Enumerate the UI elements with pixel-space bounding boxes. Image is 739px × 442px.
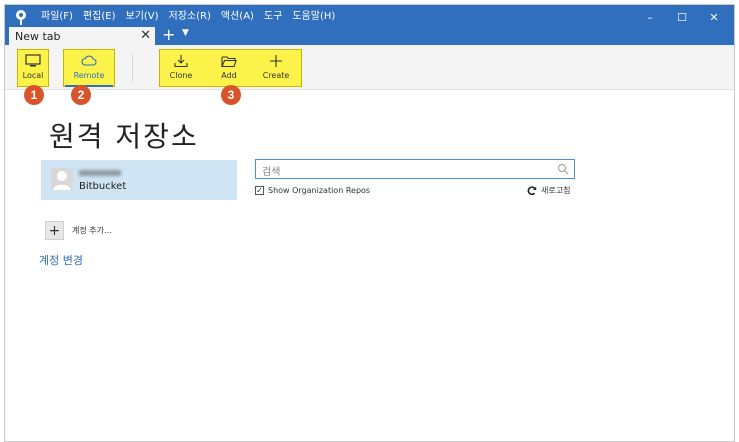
monitor-icon — [22, 53, 44, 69]
create-label: Create — [262, 71, 290, 80]
page-title: 원격 저장소 — [49, 120, 199, 153]
window-controls: – ☐ ✕ — [634, 7, 730, 27]
clone-button[interactable]: Clone — [165, 53, 197, 85]
close-window-button[interactable]: ✕ — [698, 7, 730, 27]
add-account-icon: + — [45, 221, 64, 240]
annotation-badge-2: 2 — [71, 85, 91, 105]
menu-file[interactable]: 파일(F) — [41, 10, 73, 24]
refresh-icon — [527, 185, 537, 195]
refresh-button[interactable]: 새로고침 — [527, 185, 570, 196]
clone-label: Clone — [169, 71, 193, 80]
cloud-icon — [78, 53, 100, 69]
show-org-repos-label: Show Organization Repos — [268, 186, 371, 195]
app-window: 파일(F) 편집(E) 보기(V) 저장소(R) 액션(A) 도구 도움말(H)… — [4, 4, 735, 442]
add-account-button[interactable]: + 계정 추가... — [45, 221, 112, 240]
menu-actions[interactable]: 액션(A) — [221, 10, 254, 24]
annotation-badge-1: 1 — [24, 85, 44, 105]
plus-icon — [265, 53, 287, 69]
account-service-label: Bitbucket — [79, 181, 127, 192]
menu-edit[interactable]: 편집(E) — [83, 10, 116, 24]
menu-view[interactable]: 보기(V) — [126, 10, 159, 24]
remote-active-indicator — [65, 85, 113, 87]
tab-close-icon[interactable]: ✕ — [140, 28, 151, 43]
refresh-label: 새로고침 — [541, 186, 571, 195]
maximize-button[interactable]: ☐ — [666, 7, 698, 27]
toolbar-divider — [132, 53, 133, 83]
download-icon — [170, 53, 192, 69]
new-tab-button[interactable]: + — [162, 25, 175, 44]
local-button[interactable]: Local — [19, 53, 47, 85]
menu-bar: 파일(F) 편집(E) 보기(V) 저장소(R) 액션(A) 도구 도움말(H) — [41, 10, 335, 24]
change-account-link[interactable]: 계정 변경 — [39, 252, 83, 268]
account-item-bitbucket[interactable]: Bitbucket — [41, 160, 237, 200]
show-org-repos-checkbox[interactable]: ✓ Show Organization Repos — [255, 186, 370, 195]
toolbar: Local Remote Clone Add Create — [5, 45, 734, 90]
remote-label: Remote — [73, 71, 105, 80]
tab-label: New tab — [15, 29, 61, 43]
local-label: Local — [22, 71, 44, 80]
checkbox-checked-icon: ✓ — [255, 185, 264, 195]
add-button[interactable]: Add — [215, 53, 243, 85]
tab-dropdown-icon[interactable]: ▼ — [182, 28, 189, 38]
menu-tools[interactable]: 도구 — [264, 10, 282, 24]
add-account-label: 계정 추가... — [72, 226, 112, 235]
search-icon — [558, 164, 569, 175]
menu-help[interactable]: 도움말(H) — [292, 10, 335, 24]
user-silhouette-icon — [53, 171, 71, 190]
avatar — [51, 168, 73, 190]
remote-button[interactable]: Remote — [65, 53, 113, 85]
search-box — [255, 159, 575, 182]
annotation-badge-3: 3 — [221, 85, 241, 105]
blurred-username — [79, 170, 121, 176]
minimize-button[interactable]: – — [634, 7, 666, 27]
menu-repository[interactable]: 저장소(R) — [169, 10, 211, 24]
add-label: Add — [221, 71, 237, 80]
sourcetree-logo-icon — [16, 10, 26, 25]
create-button[interactable]: Create — [259, 53, 293, 85]
folder-open-icon — [218, 53, 240, 69]
title-bar: 파일(F) 편집(E) 보기(V) 저장소(R) 액션(A) 도구 도움말(H)… — [5, 5, 734, 45]
tab-new-tab[interactable]: New tab ✕ — [9, 27, 155, 45]
search-input[interactable] — [256, 163, 558, 182]
